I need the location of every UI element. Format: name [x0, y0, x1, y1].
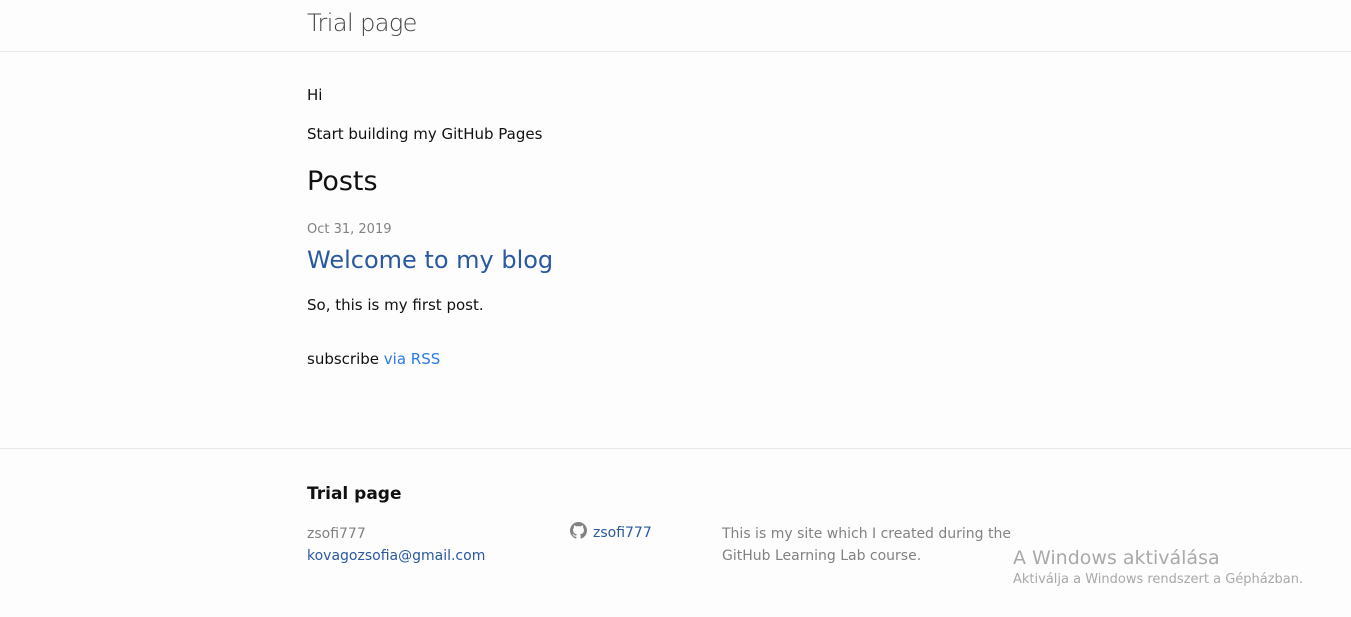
watermark-subtitle: Aktiválja a Windows rendszert a Gépházba…	[1013, 572, 1304, 587]
site-footer: Trial page zsofi777 kovagozsofia@gmail.c…	[0, 448, 1351, 617]
watermark-title: A Windows aktiválása	[1013, 547, 1220, 569]
post-excerpt: So, this is my first post.	[307, 296, 484, 314]
github-icon	[570, 522, 587, 539]
post-title-link[interactable]: Welcome to my blog	[307, 245, 553, 275]
intro-text: Start building my GitHub Pages	[307, 125, 543, 143]
subscribe-label: subscribe	[307, 350, 379, 368]
footer-heading: Trial page	[307, 484, 402, 504]
greeting-text: Hi	[307, 86, 323, 104]
footer-email-link[interactable]: kovagozsofia@gmail.com	[307, 545, 485, 567]
footer-contact: zsofi777 kovagozsofia@gmail.com	[307, 523, 485, 567]
subscribe-line: subscribe via RSS	[307, 349, 440, 369]
rss-link[interactable]: via RSS	[384, 350, 440, 368]
github-username: zsofi777	[593, 525, 652, 541]
footer-social: zsofi777	[570, 522, 652, 544]
site-title-link[interactable]: Trial page	[307, 9, 417, 37]
site-header: Trial page	[0, 0, 1351, 52]
footer-name: zsofi777	[307, 526, 366, 542]
github-profile-link[interactable]: zsofi777	[570, 522, 652, 541]
post-date: Oct 31, 2019	[307, 222, 392, 237]
posts-heading: Posts	[307, 166, 378, 197]
footer-description: This is my site which I created during t…	[722, 526, 1011, 564]
windows-activation-watermark: A Windows aktiválása Aktiválja a Windows…	[1013, 546, 1303, 590]
